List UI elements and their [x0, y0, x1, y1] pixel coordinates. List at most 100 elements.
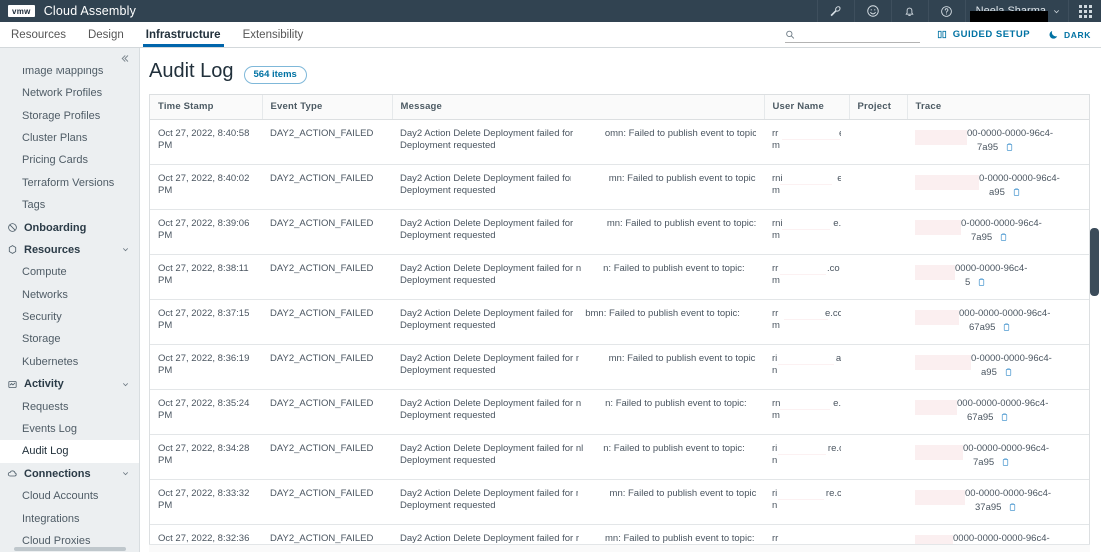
- copy-icon[interactable]: [1002, 322, 1011, 336]
- table-row[interactable]: Oct 27, 2022, 8:37:15 PM DAY2_ACTION_FAI…: [150, 299, 1089, 345]
- copy-icon[interactable]: [1001, 457, 1010, 471]
- sidebar-item-network-profiles[interactable]: Network Profiles: [0, 82, 139, 104]
- sidebar-item-events-log[interactable]: Events Log: [0, 418, 139, 440]
- table-row[interactable]: Oct 27, 2022, 8:35:24 PM DAY2_ACTION_FAI…: [150, 389, 1089, 435]
- sidebar-item-label: Network Profiles: [22, 87, 103, 100]
- column-header-message[interactable]: Message: [391, 95, 764, 120]
- sidebar-item-compute[interactable]: Compute: [0, 261, 139, 283]
- cell-user-name: rni e.co m: [764, 164, 849, 210]
- copy-icon[interactable]: [1008, 502, 1017, 516]
- table-row[interactable]: Oct 27, 2022, 8:33:32 PM DAY2_ACTION_FAI…: [150, 479, 1089, 525]
- cell-message: Day2 Action Delete Deployment failed for…: [392, 254, 764, 300]
- cell-trace: 000-0000-0000-96c4- 67a95: [907, 389, 1089, 435]
- column-header-time-stamp[interactable]: Time Stamp: [150, 95, 262, 120]
- chevron-down-icon: [122, 472, 129, 476]
- sidebar-item-label: Tags: [22, 199, 46, 212]
- sidebar-item-label: Cloud Accounts: [22, 490, 99, 503]
- sidebar-item-pricing-cards[interactable]: Pricing Cards: [0, 149, 139, 171]
- wrench-icon[interactable]: [816, 0, 854, 22]
- user-menu[interactable]: Neela Sharma: [964, 0, 1068, 22]
- top-header-bar: vmw Cloud Assembly: [0, 0, 1101, 22]
- app-switcher-icon[interactable]: [1068, 0, 1101, 22]
- cell-time-stamp: Oct 27, 2022, 8:40:58 PM: [150, 119, 262, 165]
- sidebar-group-activity[interactable]: Activity: [0, 373, 139, 395]
- copy-icon[interactable]: [1000, 412, 1009, 426]
- sidebar-item-label: Integrations: [22, 512, 80, 525]
- main-scrollbar[interactable]: [1090, 48, 1099, 552]
- moon-icon: [1049, 30, 1058, 39]
- table-row[interactable]: Oct 27, 2022, 8:40:02 PM DAY2_ACTION_FAI…: [150, 164, 1089, 210]
- sidebar-item-terraform-versions[interactable]: Terraform Versions: [0, 172, 139, 194]
- item-count-badge: 564 items: [243, 66, 307, 84]
- guided-setup-button[interactable]: GUIDED SETUP: [936, 29, 1030, 40]
- cell-time-stamp: Oct 27, 2022, 8:40:02 PM: [150, 164, 262, 210]
- sidebar-item-networks[interactable]: Networks: [0, 284, 139, 306]
- table-row[interactable]: Oct 27, 2022, 8:36:19 PM DAY2_ACTION_FAI…: [150, 344, 1089, 390]
- sidebar-item-storage-profiles[interactable]: Storage Profiles: [0, 104, 139, 126]
- sidebar-item-cloud-accounts[interactable]: Cloud Accounts: [0, 485, 139, 507]
- onboarding-icon: [8, 223, 17, 232]
- sidebar-item-requests[interactable]: Requests: [0, 395, 139, 417]
- column-header-trace[interactable]: Trace: [906, 95, 1089, 120]
- sidebar-collapse-button[interactable]: [0, 48, 139, 68]
- copy-icon[interactable]: [1005, 142, 1014, 156]
- sidebar-item-label: Kubernetes: [22, 355, 79, 368]
- book-icon: [937, 30, 946, 39]
- audit-log-table: Time Stamp Event Type Message User Name …: [150, 95, 1089, 552]
- cell-user-name: rr e.co m: [764, 119, 849, 165]
- sidebar-scrollbar[interactable]: [0, 547, 139, 552]
- cell-time-stamp: Oct 27, 2022, 8:38:11 PM: [150, 254, 262, 300]
- copy-icon[interactable]: [999, 232, 1008, 246]
- sidebar-group-label: Activity: [24, 378, 64, 391]
- feedback-icon[interactable]: [853, 0, 891, 22]
- cell-message: Day2 Action Delete Deployment failed for…: [392, 389, 764, 435]
- copy-icon[interactable]: [1012, 187, 1021, 201]
- nav-tab-infrastructure[interactable]: Infrastructure: [135, 22, 232, 47]
- cell-trace: 0-0000-0000-96c4- a95: [907, 164, 1089, 210]
- notification-icon[interactable]: [890, 0, 928, 22]
- search-box[interactable]: [784, 26, 920, 43]
- sidebar-item-image-mappings[interactable]: Image Mappings: [0, 68, 139, 82]
- audit-log-table-wrapper: Time Stamp Event Type Message User Name …: [149, 94, 1090, 552]
- help-icon[interactable]: [927, 0, 965, 22]
- sidebar-group-label: Connections: [24, 467, 91, 480]
- sidebar-group-connections[interactable]: Connections: [0, 463, 139, 485]
- sidebar-item-label: Pricing Cards: [22, 154, 89, 167]
- sidebar-item-tags[interactable]: Tags: [0, 194, 139, 216]
- main-scrollbar-thumb[interactable]: [1090, 228, 1099, 296]
- sidebar-item-cluster-plans[interactable]: Cluster Plans: [0, 127, 139, 149]
- nav-tab-extensibility[interactable]: Extensibility: [232, 22, 315, 47]
- copy-icon[interactable]: [1004, 367, 1013, 381]
- sidebar-item-storage[interactable]: Storage: [0, 328, 139, 350]
- dark-mode-toggle[interactable]: DARK: [1048, 29, 1091, 40]
- sidebar-item-security[interactable]: Security: [0, 306, 139, 328]
- cell-event-type: DAY2_ACTION_FAILED: [262, 434, 392, 480]
- copy-icon[interactable]: [977, 277, 986, 291]
- cell-trace: 00-0000-0000-96c4- 7a95: [907, 119, 1089, 165]
- table-header: Time Stamp Event Type Message User Name …: [150, 95, 1089, 120]
- column-header-user-name[interactable]: User Name: [763, 95, 849, 120]
- table-row[interactable]: Oct 27, 2022, 8:34:28 PM DAY2_ACTION_FAI…: [150, 434, 1089, 480]
- collapse-icon: [121, 54, 129, 62]
- sidebar-item-audit-log[interactable]: Audit Log: [0, 440, 139, 463]
- cell-project: [849, 299, 907, 345]
- nav-tab-design[interactable]: Design: [77, 22, 135, 47]
- cell-event-type: DAY2_ACTION_FAILED: [262, 344, 392, 390]
- table-row[interactable]: Oct 27, 2022, 8:40:58 PM DAY2_ACTION_FAI…: [150, 119, 1089, 165]
- sidebar-scrollbar-thumb[interactable]: [14, 547, 126, 551]
- table-row[interactable]: Oct 27, 2022, 8:38:11 PM DAY2_ACTION_FAI…: [150, 254, 1089, 300]
- sidebar-group-onboarding[interactable]: Onboarding: [0, 216, 139, 238]
- column-header-event-type[interactable]: Event Type: [261, 95, 392, 120]
- nav-tab-resources[interactable]: Resources: [0, 22, 77, 47]
- sidebar-item-kubernetes[interactable]: Kubernetes: [0, 351, 139, 373]
- chevron-down-icon: [122, 382, 129, 386]
- search-input[interactable]: [798, 28, 920, 40]
- table-row[interactable]: Oct 27, 2022, 8:39:06 PM DAY2_ACTION_FAI…: [150, 209, 1089, 255]
- cell-project: [849, 434, 907, 480]
- app-title: Cloud Assembly: [43, 4, 137, 18]
- page-header: Audit Log 564 items: [140, 48, 1101, 94]
- page-title: Audit Log: [149, 60, 234, 82]
- sidebar-group-resources[interactable]: Resources: [0, 239, 139, 261]
- sidebar-item-integrations[interactable]: Integrations: [0, 507, 139, 529]
- column-header-project[interactable]: Project: [848, 95, 907, 120]
